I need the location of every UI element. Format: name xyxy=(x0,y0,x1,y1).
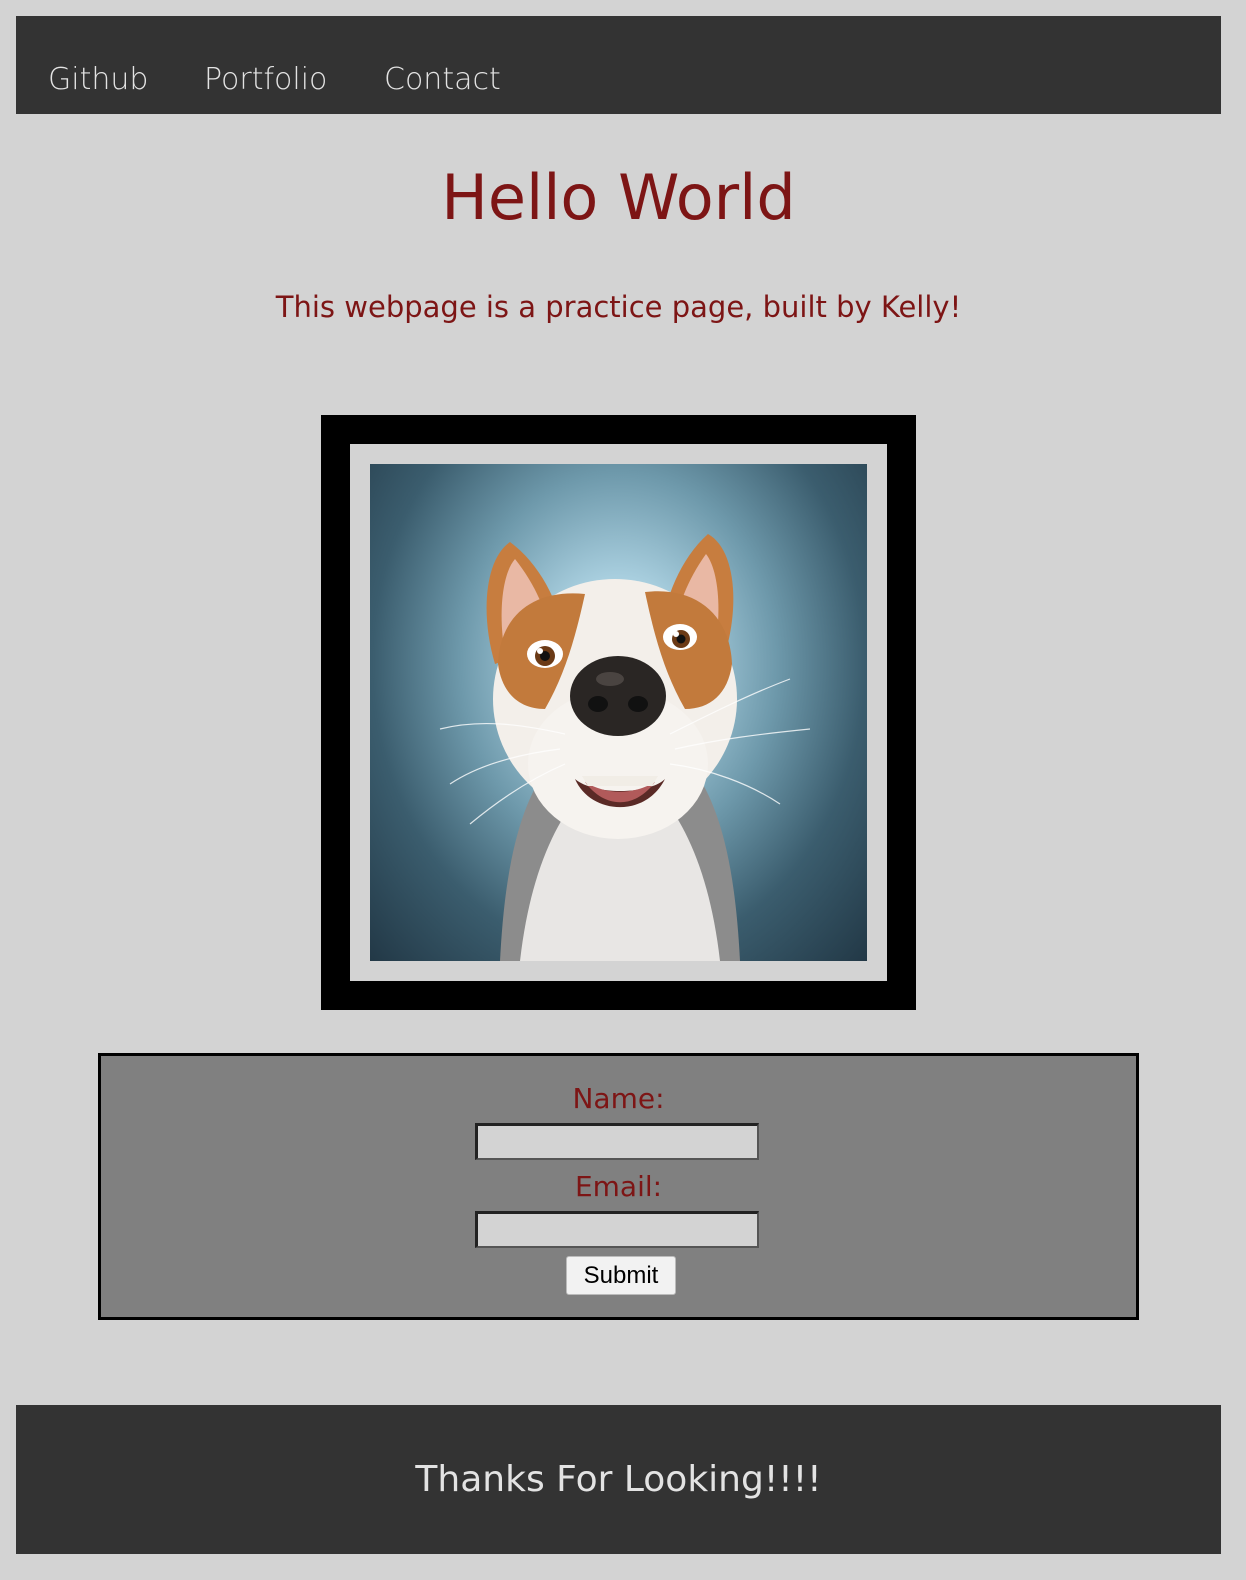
submit-button[interactable]: Submit xyxy=(566,1256,676,1295)
nav-link-portfolio[interactable]: Portfolio xyxy=(204,60,327,100)
picture-frame xyxy=(321,415,916,1010)
picture-mat xyxy=(350,444,887,981)
email-input[interactable] xyxy=(475,1211,759,1248)
top-navbar: Github Portfolio Contact xyxy=(16,16,1221,114)
page-footer: Thanks For Looking!!!! xyxy=(16,1405,1221,1554)
nav-link-contact[interactable]: Contact xyxy=(384,60,501,100)
footer-text: Thanks For Looking!!!! xyxy=(415,1459,822,1500)
contact-form: Name: Email: Submit xyxy=(98,1053,1139,1320)
nav-link-github[interactable]: Github xyxy=(48,60,148,100)
name-input[interactable] xyxy=(475,1123,759,1160)
name-label: Name: xyxy=(572,1082,665,1115)
dog-illustration xyxy=(439,534,811,961)
email-label: Email: xyxy=(574,1170,663,1203)
dog-photo xyxy=(370,464,867,961)
page-title: Hello World xyxy=(441,161,796,234)
page-subtitle: This webpage is a practice page, built b… xyxy=(275,290,962,324)
